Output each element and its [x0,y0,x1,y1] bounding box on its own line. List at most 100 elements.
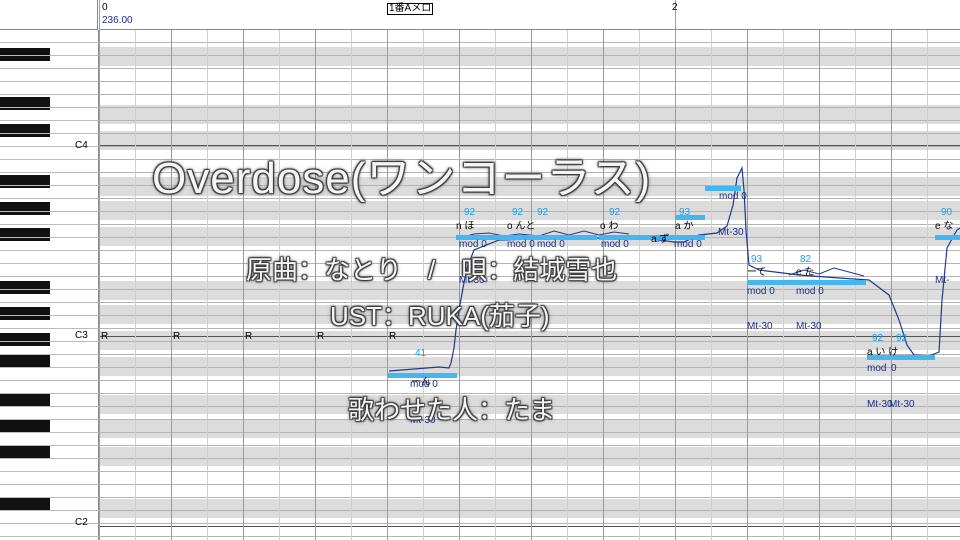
note-bar[interactable] [935,235,960,240]
white-key-divider [0,185,99,186]
black-key[interactable] [0,175,50,188]
measure-line-0 [99,0,100,30]
note-lyric: o んと [507,221,536,232]
note-lyric: a ず [651,234,670,245]
note-velocity: 93 [751,254,763,265]
note-lyric: a い け [867,347,899,358]
white-key-divider [0,224,99,225]
note-velocity: 41 [415,348,427,359]
white-key-divider [0,237,99,238]
note-modulation: mod [867,363,887,374]
black-key[interactable] [0,333,50,346]
rest-note[interactable]: R [317,332,324,342]
key-label-c4: C4 [75,140,88,151]
white-key-divider [0,406,99,407]
white-key-divider [0,42,99,43]
note-lyric: n ほ [456,221,475,232]
white-key-divider [0,497,99,498]
black-key[interactable] [0,419,50,432]
note-lyric: o わ [600,221,619,232]
note-velocity: 92 [896,333,908,344]
key-label-c3: C3 [75,330,88,341]
white-key-divider [0,471,99,472]
white-key-divider [0,133,99,134]
black-key[interactable] [0,307,50,320]
white-key-divider [0,445,99,446]
note-modulation: mod 0 [601,239,629,250]
note-pitch-offset: Mt-30 [796,321,822,332]
white-key-divider [0,419,99,420]
video-title: Overdose(ワンコーラス) [152,154,652,203]
white-key-divider [0,276,99,277]
note-lyric: e な [935,221,954,232]
white-key-divider [0,328,99,329]
note-lyric: a か [675,221,694,232]
note-modulation: 0 [891,363,897,374]
rest-note[interactable]: R [245,332,252,342]
note-velocity: 82 [800,254,812,265]
piano-roll-editor: 0 236.00 1番Aメロ 2 C4 C3 C2 R R R R R ーん 41 mod 0 Mt… [0,0,960,540]
note-velocity: 92 [872,333,884,344]
white-key-divider [0,250,99,251]
note-velocity: 92 [609,207,621,218]
white-key-divider [0,120,99,121]
note-bar[interactable] [796,280,866,285]
white-key-divider [0,81,99,82]
black-key[interactable] [0,281,50,294]
note-velocity: 92 [512,207,524,218]
measure-number-0: 0 [102,2,108,13]
black-key[interactable] [0,124,50,137]
black-key[interactable] [0,202,50,215]
credit-tuner: 歌わせた人：たま [348,395,556,425]
white-key-divider [0,380,99,381]
black-key[interactable] [0,228,50,241]
white-key-divider [0,159,99,160]
note-bar[interactable] [899,355,935,360]
white-key-divider [0,55,99,56]
white-key-divider [0,367,99,368]
key-label-c2: C2 [75,517,88,528]
note-modulation: mod 0 [719,191,747,202]
rest-note[interactable]: R [101,332,108,342]
white-key-divider [0,198,99,199]
measure-number-2: 2 [672,2,678,13]
black-key[interactable] [0,97,50,110]
note-pitch-offset: Mt-30 [718,227,744,238]
black-key[interactable] [0,445,50,458]
note-modulation: mod 0 [747,286,775,297]
credit-ust: UST：RUKA(茄子) [330,301,550,331]
note-lyric: ーて [747,267,767,278]
note-modulation: mod 0 [674,239,702,250]
measure-ruler[interactable]: 0 236.00 1番Aメロ 2 [99,0,960,30]
white-key-divider [0,432,99,433]
white-key-divider [0,315,99,316]
tempo-label[interactable]: 236.00 [102,16,133,26]
white-key-divider [0,94,99,95]
note-modulation: mod 0 [410,379,438,390]
black-key[interactable] [0,393,50,406]
rest-note[interactable]: R [173,332,180,342]
note-pitch-offset: Mt- [935,275,950,286]
section-label[interactable]: 1番Aメロ [387,3,434,15]
note-pitch-offset: Mt-30 [889,399,915,410]
white-key-divider [0,341,99,342]
note-bar[interactable] [675,215,705,220]
white-key-divider [0,393,99,394]
note-modulation: mod 0 [796,286,824,297]
white-key-divider [0,536,99,537]
white-key-divider [0,510,99,511]
white-key-divider [0,107,99,108]
white-key-divider [0,302,99,303]
white-key-divider [0,458,99,459]
credit-original-singer: 原曲：なとり / 唄：結城雪也 [246,255,618,285]
note-velocity: 92 [537,207,549,218]
note-modulation: mod 0 [459,239,487,250]
note-modulation: mod 0 [507,239,535,250]
piano-keyboard[interactable]: C4 C3 C2 [0,30,99,540]
ruler-corner [0,0,98,30]
white-key-divider [0,354,99,355]
white-key-divider [0,172,99,173]
white-key-divider [0,68,99,69]
white-key-divider [0,263,99,264]
rest-note[interactable]: R [389,332,396,342]
